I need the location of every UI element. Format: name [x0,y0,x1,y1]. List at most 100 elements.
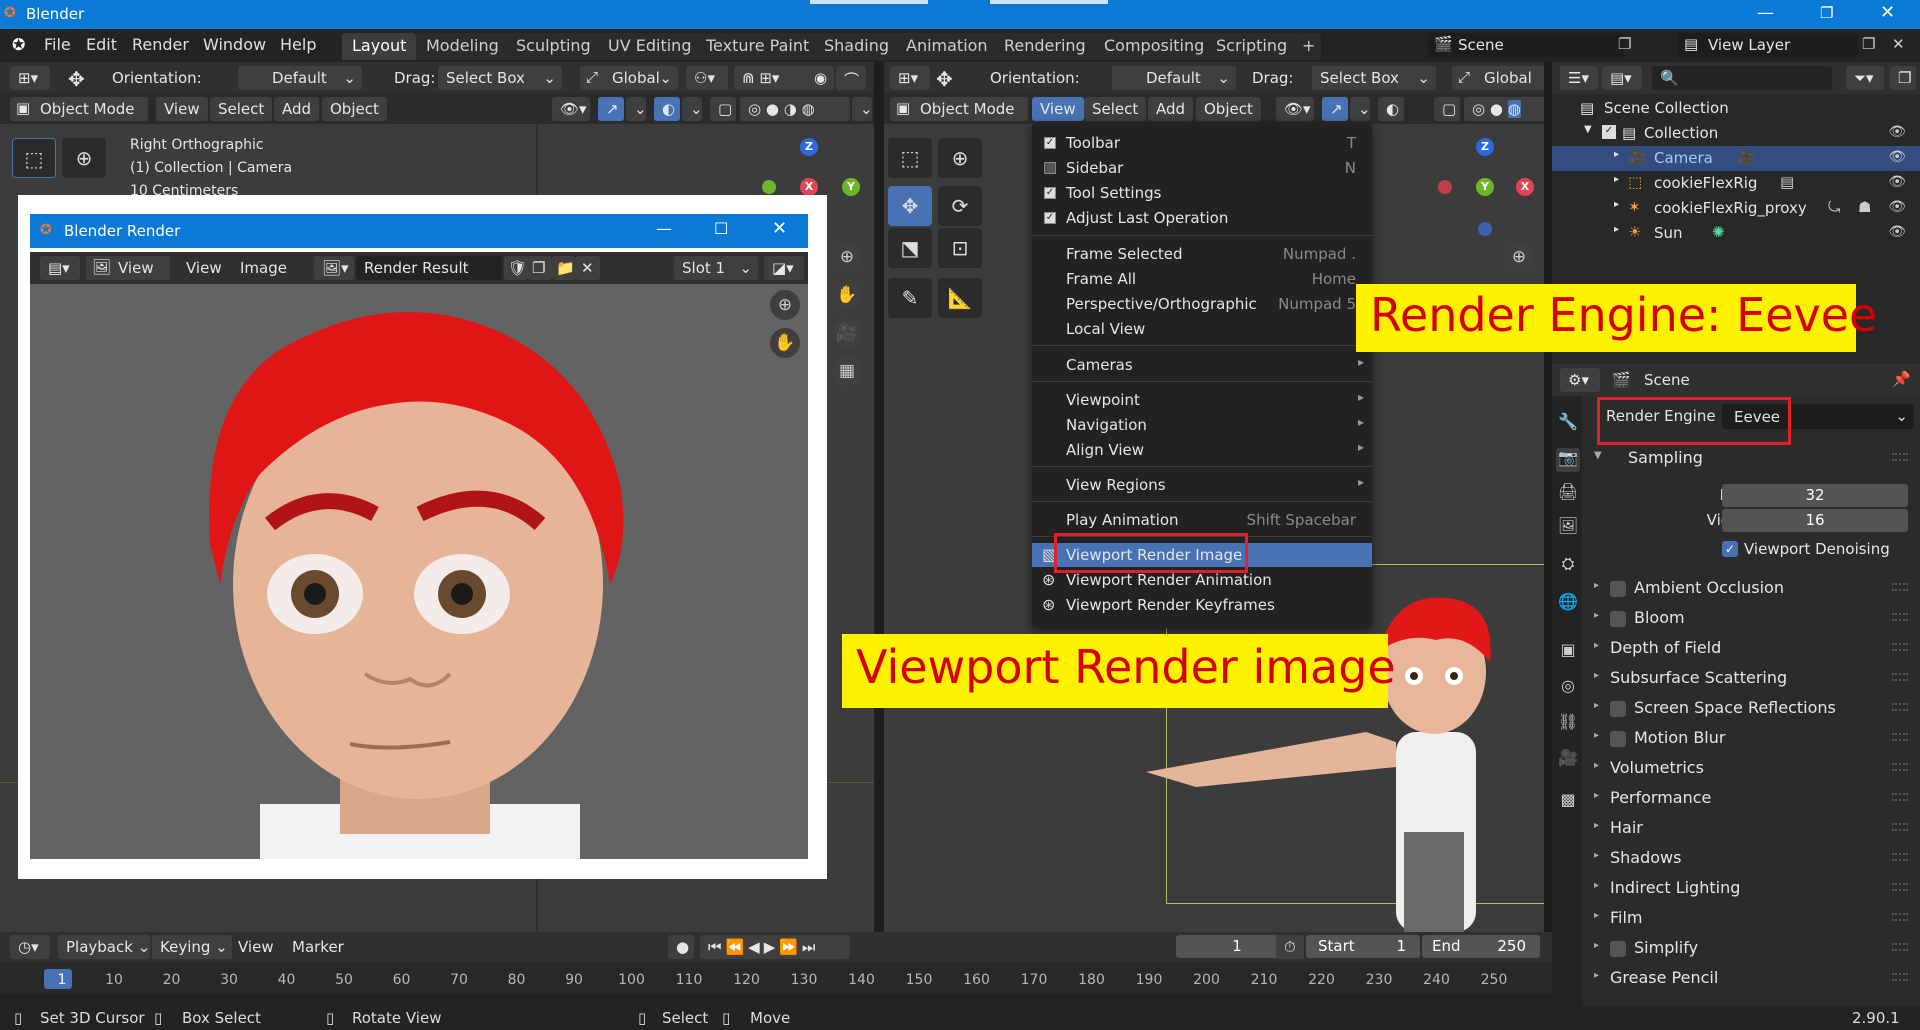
titlebar-minimize-icon[interactable]: — [1757,3,1774,23]
snap-icon[interactable]: ⋒ ⊞▾ [734,66,814,90]
menu-item-perspective-orthographic[interactable]: Perspective/Orthographic Numpad 5 [1032,292,1372,316]
outliner-search-input[interactable]: 🔍 [1652,66,1832,90]
panel-shadows[interactable]: ▸ Shadows [1582,844,1918,873]
constraints-tab-icon[interactable]: ⛓ [1556,712,1580,736]
scene-selector[interactable]: 🎬 Scene [1428,33,1624,57]
gizmo-x-axis[interactable]: X [1516,178,1534,196]
area-splitter[interactable] [1544,62,1552,1006]
expand-arrow-icon[interactable]: ▼ [1584,124,1592,135]
texture-tab-icon[interactable]: ▩ [1556,790,1580,814]
drag-grip-icon[interactable] [1892,583,1908,591]
remove-view-layer-icon[interactable]: ✕ [1892,35,1905,53]
transform-orientation-dropdown[interactable]: ⤢ Global ⌄ [580,66,678,90]
end-frame-field[interactable]: End 250 [1422,935,1540,958]
menu-select[interactable]: Select [210,97,273,121]
menu-item-toolbar[interactable]: ✓ Toolbar T [1032,131,1372,155]
gizmo-icon[interactable]: ↗ [1322,97,1348,121]
drag-grip-icon[interactable] [1892,643,1908,651]
panel-subsurface-scattering[interactable]: ▸ Subsurface Scattering [1582,664,1918,693]
outliner-row-camera[interactable]: ▸ 🎥 Camera 🎥 👁 [1552,146,1920,171]
menu-view[interactable]: View [186,259,222,277]
menu-view[interactable]: View [156,97,208,121]
menu-image[interactable]: Image [240,259,287,277]
unlink-icon[interactable]: ✕ [576,256,600,280]
enable-checkbox[interactable] [1610,581,1626,597]
record-icon[interactable]: ● [668,935,694,959]
enable-checkbox[interactable] [1610,941,1626,957]
playback-dropdown[interactable]: Playback ⌄ [58,935,150,959]
visibility-icon[interactable]: 👁▾ [552,97,590,121]
tab-texture-paint[interactable]: Texture Paint [696,33,820,60]
gizmo-z-axis[interactable]: Z [800,138,818,156]
minimize-icon[interactable]: — [656,219,672,238]
menu-render[interactable]: Render [132,35,189,54]
select-tool-icon[interactable]: ⬚ [888,138,932,178]
outliner-row-cookieflexrig-proxy[interactable]: ▸ ✶ cookieFlexRig_proxy ⤿ ☗ 👁 [1552,196,1920,221]
menu-view-active[interactable]: View [1032,97,1084,121]
eye-icon[interactable]: 👁 [1888,224,1906,240]
tab-sculpting[interactable]: Sculpting [506,33,601,60]
panel-sampling[interactable]: ▼ Sampling [1582,444,1918,473]
tab-shading[interactable]: Shading [814,33,899,60]
panel-depth-of-field[interactable]: ▸ Depth of Field [1582,634,1918,663]
stopwatch-icon[interactable]: ⏱ [1276,935,1304,959]
orientation-dropdown[interactable]: Default ⌄ [238,66,362,90]
outliner-row-cookieflexrig[interactable]: ▸ ⬚ cookieFlexRig ▤ 👁 [1552,171,1920,196]
editor-type-icon[interactable]: ⊞▾ [890,66,930,90]
menu-add[interactable]: Add [1148,97,1194,121]
close-icon[interactable]: ✕ [772,218,787,239]
rotate-tool-icon[interactable]: ⟳ [938,186,982,226]
panel-ambient-occlusion[interactable]: ▸ Ambient Occlusion [1582,574,1918,603]
pan-hand-icon[interactable]: ✋ [770,328,800,358]
zoom-icon[interactable]: ⊕ [1504,242,1534,272]
eye-icon[interactable]: 👁 [1888,199,1906,215]
camera-view-icon[interactable]: 🎥 [832,318,862,348]
gizmo-z-axis[interactable]: Z [1476,138,1494,156]
playback-controls-icon[interactable]: ⏮⏪◀▶⏩⏭ [700,935,850,959]
view-layer-tab-icon[interactable]: 🖼 [1556,516,1580,540]
gizmo-y-axis[interactable]: Y [1476,178,1494,196]
tab-modeling[interactable]: Modeling [416,33,509,60]
menu-window[interactable]: Window [203,35,266,54]
tab-scripting[interactable]: Scripting [1206,33,1298,60]
ortho-grid-icon[interactable]: ▦ [832,356,862,386]
proportional-edit-icon[interactable]: ◉ [806,66,834,90]
menu-item-view-regions[interactable]: View Regions ▸ [1032,473,1372,497]
eye-icon[interactable]: 👁 [1888,124,1906,140]
select-tool-icon[interactable]: ⬚ [12,138,56,178]
drag-grip-icon[interactable] [1892,853,1908,861]
panel-motion-blur[interactable]: ▸ Motion Blur [1582,724,1918,753]
new-collection-icon[interactable]: ❐ [1890,66,1916,90]
editor-type-icon[interactable]: ⊞▾ [10,66,50,90]
menu-marker[interactable]: Marker [292,938,344,956]
menu-item-frame-all[interactable]: Frame All Home [1032,267,1372,291]
drag-grip-icon[interactable] [1892,973,1908,981]
enable-checkbox[interactable] [1610,701,1626,717]
transform-tool-icon[interactable]: ⊡ [938,228,982,268]
new-image-icon[interactable]: ❐ [528,256,552,280]
view-layer-selector[interactable]: ▤ View Layer [1678,33,1858,57]
menu-item-viewpoint[interactable]: Viewpoint ▸ [1032,388,1372,412]
orientation-dropdown[interactable]: Default ⌄ [1112,66,1236,90]
shading-modes-icon[interactable]: ◎ ● ◍ [1464,97,1550,121]
pivot-icon[interactable]: ⚇▾ [686,66,728,90]
drag-grip-icon[interactable] [1892,703,1908,711]
drag-grip-icon[interactable] [1892,883,1908,891]
light-data-icon[interactable]: ✺ [1712,223,1725,241]
scale-tool-icon[interactable]: ⬔ [888,228,932,268]
drag-grip-icon[interactable] [1892,453,1908,461]
area-splitter[interactable] [874,62,884,932]
gizmo-neg-x[interactable] [1438,180,1452,194]
panel-indirect-lighting[interactable]: ▸ Indirect Lighting [1582,874,1918,903]
eye-icon[interactable]: 👁 [1888,174,1906,190]
object-tab-icon[interactable]: ▣ [1556,640,1580,664]
viewport-samples-field[interactable]: 16 [1722,509,1908,532]
overlay-dropdown-icon[interactable]: ⌄ [682,97,703,121]
eye-icon[interactable]: 👁 [1888,149,1906,165]
panel-screen-space-reflections[interactable]: ▸ Screen Space Reflections [1582,694,1918,723]
pin-icon[interactable]: 📌 [1892,370,1911,388]
drag-grip-icon[interactable] [1892,613,1908,621]
zoom-icon[interactable]: ⊕ [770,290,800,320]
overlay-icon[interactable]: ◐ [654,97,680,121]
data-tab-icon[interactable]: 🎥 [1556,748,1580,772]
